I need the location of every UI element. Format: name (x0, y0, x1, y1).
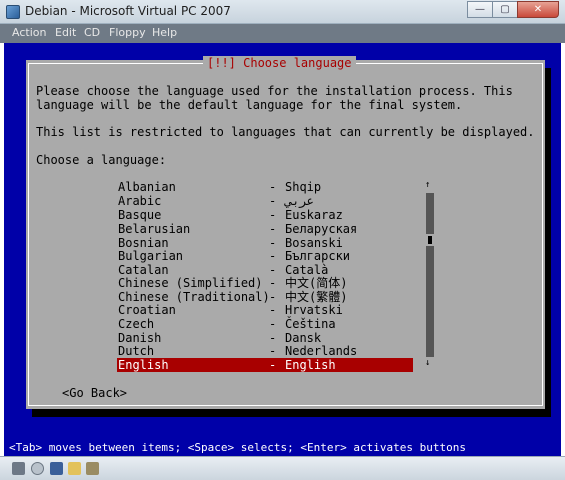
shared-folder-icon[interactable] (68, 462, 81, 475)
language-separator: - (269, 344, 277, 358)
dialog-title: [!!] Choose language (203, 56, 356, 71)
menu-edit[interactable]: Edit (55, 26, 76, 39)
language-item-croatian[interactable]: Croatian - Hrvatski (117, 303, 413, 317)
list-scrollbar[interactable] (426, 193, 434, 357)
menu-help[interactable]: Help (152, 26, 177, 39)
language-item-english-selected[interactable]: English - English (117, 358, 413, 372)
language-item-chinese-simplified[interactable]: Chinese (Simplified) - 中文(简体) (117, 276, 413, 290)
language-item-albanian[interactable]: Albanian - Shqip (117, 180, 413, 194)
language-item-arabic[interactable]: Arabic - عربي (117, 194, 413, 208)
scrollbar-thumb[interactable] (426, 234, 434, 246)
language-item-dutch[interactable]: Dutch - Nederlands (117, 344, 413, 358)
language-name: Bosnian (118, 236, 169, 250)
language-native-name: Беларуская (285, 222, 358, 236)
window-title: Debian - Microsoft Virtual PC 2007 (25, 4, 231, 18)
language-name: Bulgarian (118, 249, 184, 263)
language-native-name: Nederlands (285, 344, 358, 358)
restore-button[interactable]: ▢ (492, 1, 518, 18)
language-name: English (118, 358, 169, 372)
choose-prompt: Choose a language: (36, 153, 167, 167)
language-item-czech[interactable]: Czech - Čeština (117, 317, 413, 331)
language-name: Danish (118, 331, 162, 345)
scroll-up-arrow-icon[interactable]: ↑ (425, 180, 430, 190)
language-separator: - (269, 303, 277, 317)
language-native-name: 中文(繁體) (285, 290, 348, 304)
language-separator: - (269, 331, 277, 345)
window-controls: — ▢ ✕ (467, 1, 559, 18)
language-separator: - (269, 222, 277, 236)
language-name: Arabic (118, 194, 162, 208)
virtual-pc-icon (6, 5, 20, 19)
keyboard-help-line: <Tab> moves between items; <Space> selec… (9, 441, 466, 454)
language-native-name: Bosanski (285, 236, 343, 250)
language-native-name: Shqip (285, 180, 322, 194)
vm-status-toolbar (0, 456, 565, 480)
language-name: Czech (118, 317, 155, 331)
menu-bar: Action Edit CD Floppy Help (0, 24, 565, 43)
language-separator: - (269, 249, 277, 263)
language-native-name: English (285, 358, 336, 372)
language-native-name: 中文(简体) (285, 276, 348, 290)
language-item-bosnian[interactable]: Bosnian - Bosanski (117, 236, 413, 250)
language-separator: - (269, 276, 277, 290)
intro-text-line-2: language will be the default language fo… (36, 98, 463, 112)
language-separator: - (269, 290, 277, 304)
menu-floppy[interactable]: Floppy (109, 26, 146, 39)
language-item-catalan[interactable]: Catalan - Català (117, 263, 413, 277)
language-native-name: Български (285, 249, 351, 263)
language-name: Dutch (118, 344, 155, 358)
language-item-basque[interactable]: Basque - Euskaraz (117, 208, 413, 222)
language-item-chinese-traditional[interactable]: Chinese (Traditional) - 中文(繁體) (117, 290, 413, 304)
language-separator: - (269, 236, 277, 250)
language-item-bulgarian[interactable]: Bulgarian - Български (117, 249, 413, 263)
restriction-text: This list is restricted to languages tha… (36, 125, 535, 139)
language-item-danish[interactable]: Danish - Dansk (117, 331, 413, 345)
language-name: Croatian (118, 303, 176, 317)
language-native-name: Euskaraz (285, 208, 343, 222)
language-separator: - (269, 180, 277, 194)
cd-icon[interactable] (31, 462, 44, 475)
language-separator: - (269, 208, 277, 222)
language-separator: - (269, 194, 277, 208)
hard-disk-icon[interactable] (12, 462, 25, 475)
language-name: Belarusian (118, 222, 191, 236)
language-name: Chinese (Simplified) (118, 276, 263, 290)
window-titlebar: Debian - Microsoft Virtual PC 2007 — ▢ ✕ (0, 0, 565, 24)
intro-text-line-1: Please choose the language used for the … (36, 84, 513, 98)
language-native-name: Hrvatski (285, 303, 343, 317)
network-icon[interactable] (86, 462, 99, 475)
floppy-icon[interactable] (50, 462, 63, 475)
language-name: Chinese (Traditional) (118, 290, 270, 304)
scroll-down-arrow-icon[interactable]: ↓ (425, 358, 430, 368)
language-separator: - (269, 317, 277, 331)
language-separator: - (269, 263, 277, 277)
menu-action[interactable]: Action (12, 26, 46, 39)
minimize-button[interactable]: — (467, 1, 493, 18)
close-button[interactable]: ✕ (517, 1, 559, 18)
language-item-belarusian[interactable]: Belarusian - Беларуская (117, 222, 413, 236)
language-name: Basque (118, 208, 162, 222)
language-name: Catalan (118, 263, 169, 277)
menu-cd[interactable]: CD (84, 26, 100, 39)
language-native-name: Dansk (285, 331, 322, 345)
language-native-name: عربي (285, 194, 314, 208)
language-name: Albanian (118, 180, 176, 194)
language-native-name: Català (285, 263, 329, 277)
language-separator: - (269, 358, 277, 372)
go-back-button[interactable]: <Go Back> (62, 386, 127, 400)
language-native-name: Čeština (285, 317, 336, 331)
